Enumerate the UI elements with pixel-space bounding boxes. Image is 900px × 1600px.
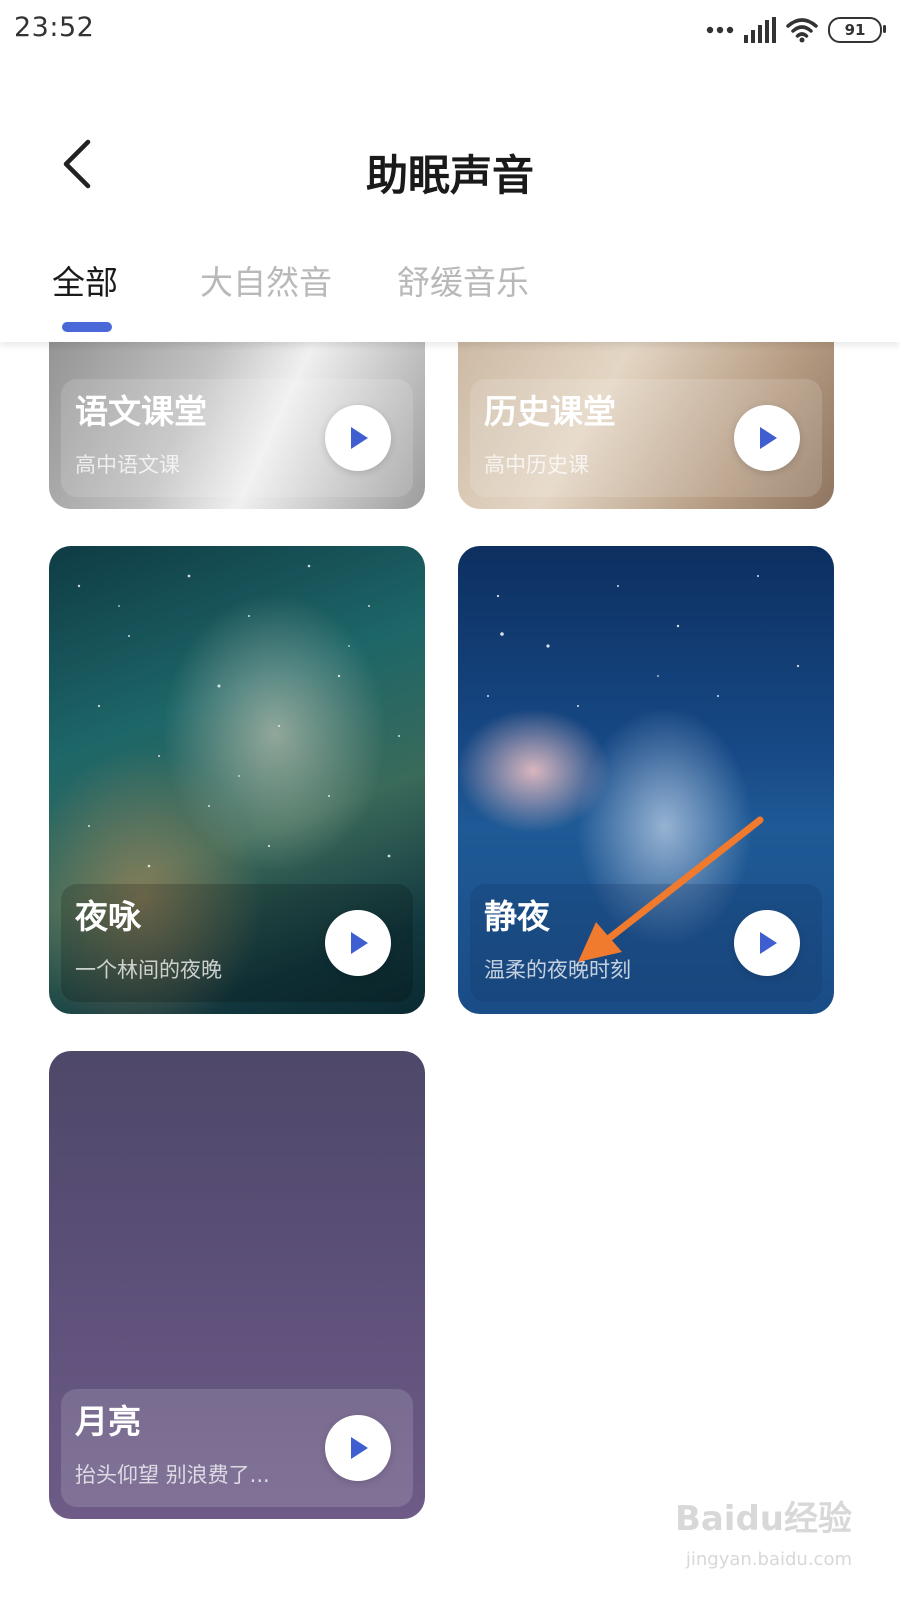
- more-dots-icon: [706, 26, 734, 34]
- card-title: 历史课堂: [484, 392, 616, 431]
- signal-icon: [744, 17, 776, 43]
- header: 助眠声音: [0, 62, 900, 242]
- tab-all[interactable]: 全部: [52, 256, 118, 304]
- play-button[interactable]: [325, 910, 391, 976]
- status-icons: 91: [706, 14, 886, 46]
- play-button[interactable]: [325, 405, 391, 471]
- tab-nature-sounds[interactable]: 大自然音: [200, 256, 332, 304]
- battery-indicator: 91: [828, 17, 886, 43]
- page-title: 助眠声音: [365, 151, 534, 200]
- card-subtitle: 一个林间的夜晚: [75, 958, 222, 982]
- card-title: 静夜: [484, 897, 550, 936]
- play-icon: [760, 427, 777, 449]
- sound-card-moon[interactable]: 月亮 抬头仰望 别浪费了...: [49, 1051, 425, 1519]
- status-time: 23:52: [14, 12, 95, 43]
- play-icon: [351, 932, 368, 954]
- play-button[interactable]: [734, 405, 800, 471]
- card-title: 语文课堂: [75, 392, 207, 431]
- baidu-watermark: Baidu经验: [674, 1499, 852, 1539]
- status-bar: 23:52 91: [0, 0, 900, 62]
- sound-card-chinese-class[interactable]: 语文课堂 高中语文课: [49, 342, 425, 509]
- tab-indicator: [62, 322, 112, 332]
- sound-card-night-song[interactable]: 夜咏 一个林间的夜晚: [49, 546, 425, 1014]
- annotation-arrow: [578, 816, 764, 962]
- play-icon: [351, 427, 368, 449]
- sound-grid[interactable]: 语文课堂 高中语文课 历史课堂 高中历史课 夜咏 一个林间的夜晚 静夜 温柔的夜…: [0, 342, 900, 1600]
- battery-level: 91: [844, 21, 866, 39]
- card-title: 夜咏: [75, 897, 141, 936]
- wifi-icon: [786, 18, 818, 43]
- tab-soothing-music[interactable]: 舒缓音乐: [397, 256, 529, 304]
- sound-card-history-class[interactable]: 历史课堂 高中历史课: [458, 342, 834, 509]
- tab-bar: 全部 大自然音 舒缓音乐: [0, 242, 900, 342]
- card-subtitle: 高中语文课: [75, 453, 180, 477]
- card-subtitle: 抬头仰望 别浪费了...: [75, 1463, 270, 1487]
- crescent-moon-icon: [233, 1232, 241, 1248]
- card-subtitle: 高中历史课: [484, 453, 589, 477]
- play-icon: [351, 1437, 368, 1459]
- play-button[interactable]: [325, 1415, 391, 1481]
- card-title: 月亮: [75, 1402, 141, 1441]
- baidu-watermark-url: jingyan.baidu.com: [685, 1549, 852, 1570]
